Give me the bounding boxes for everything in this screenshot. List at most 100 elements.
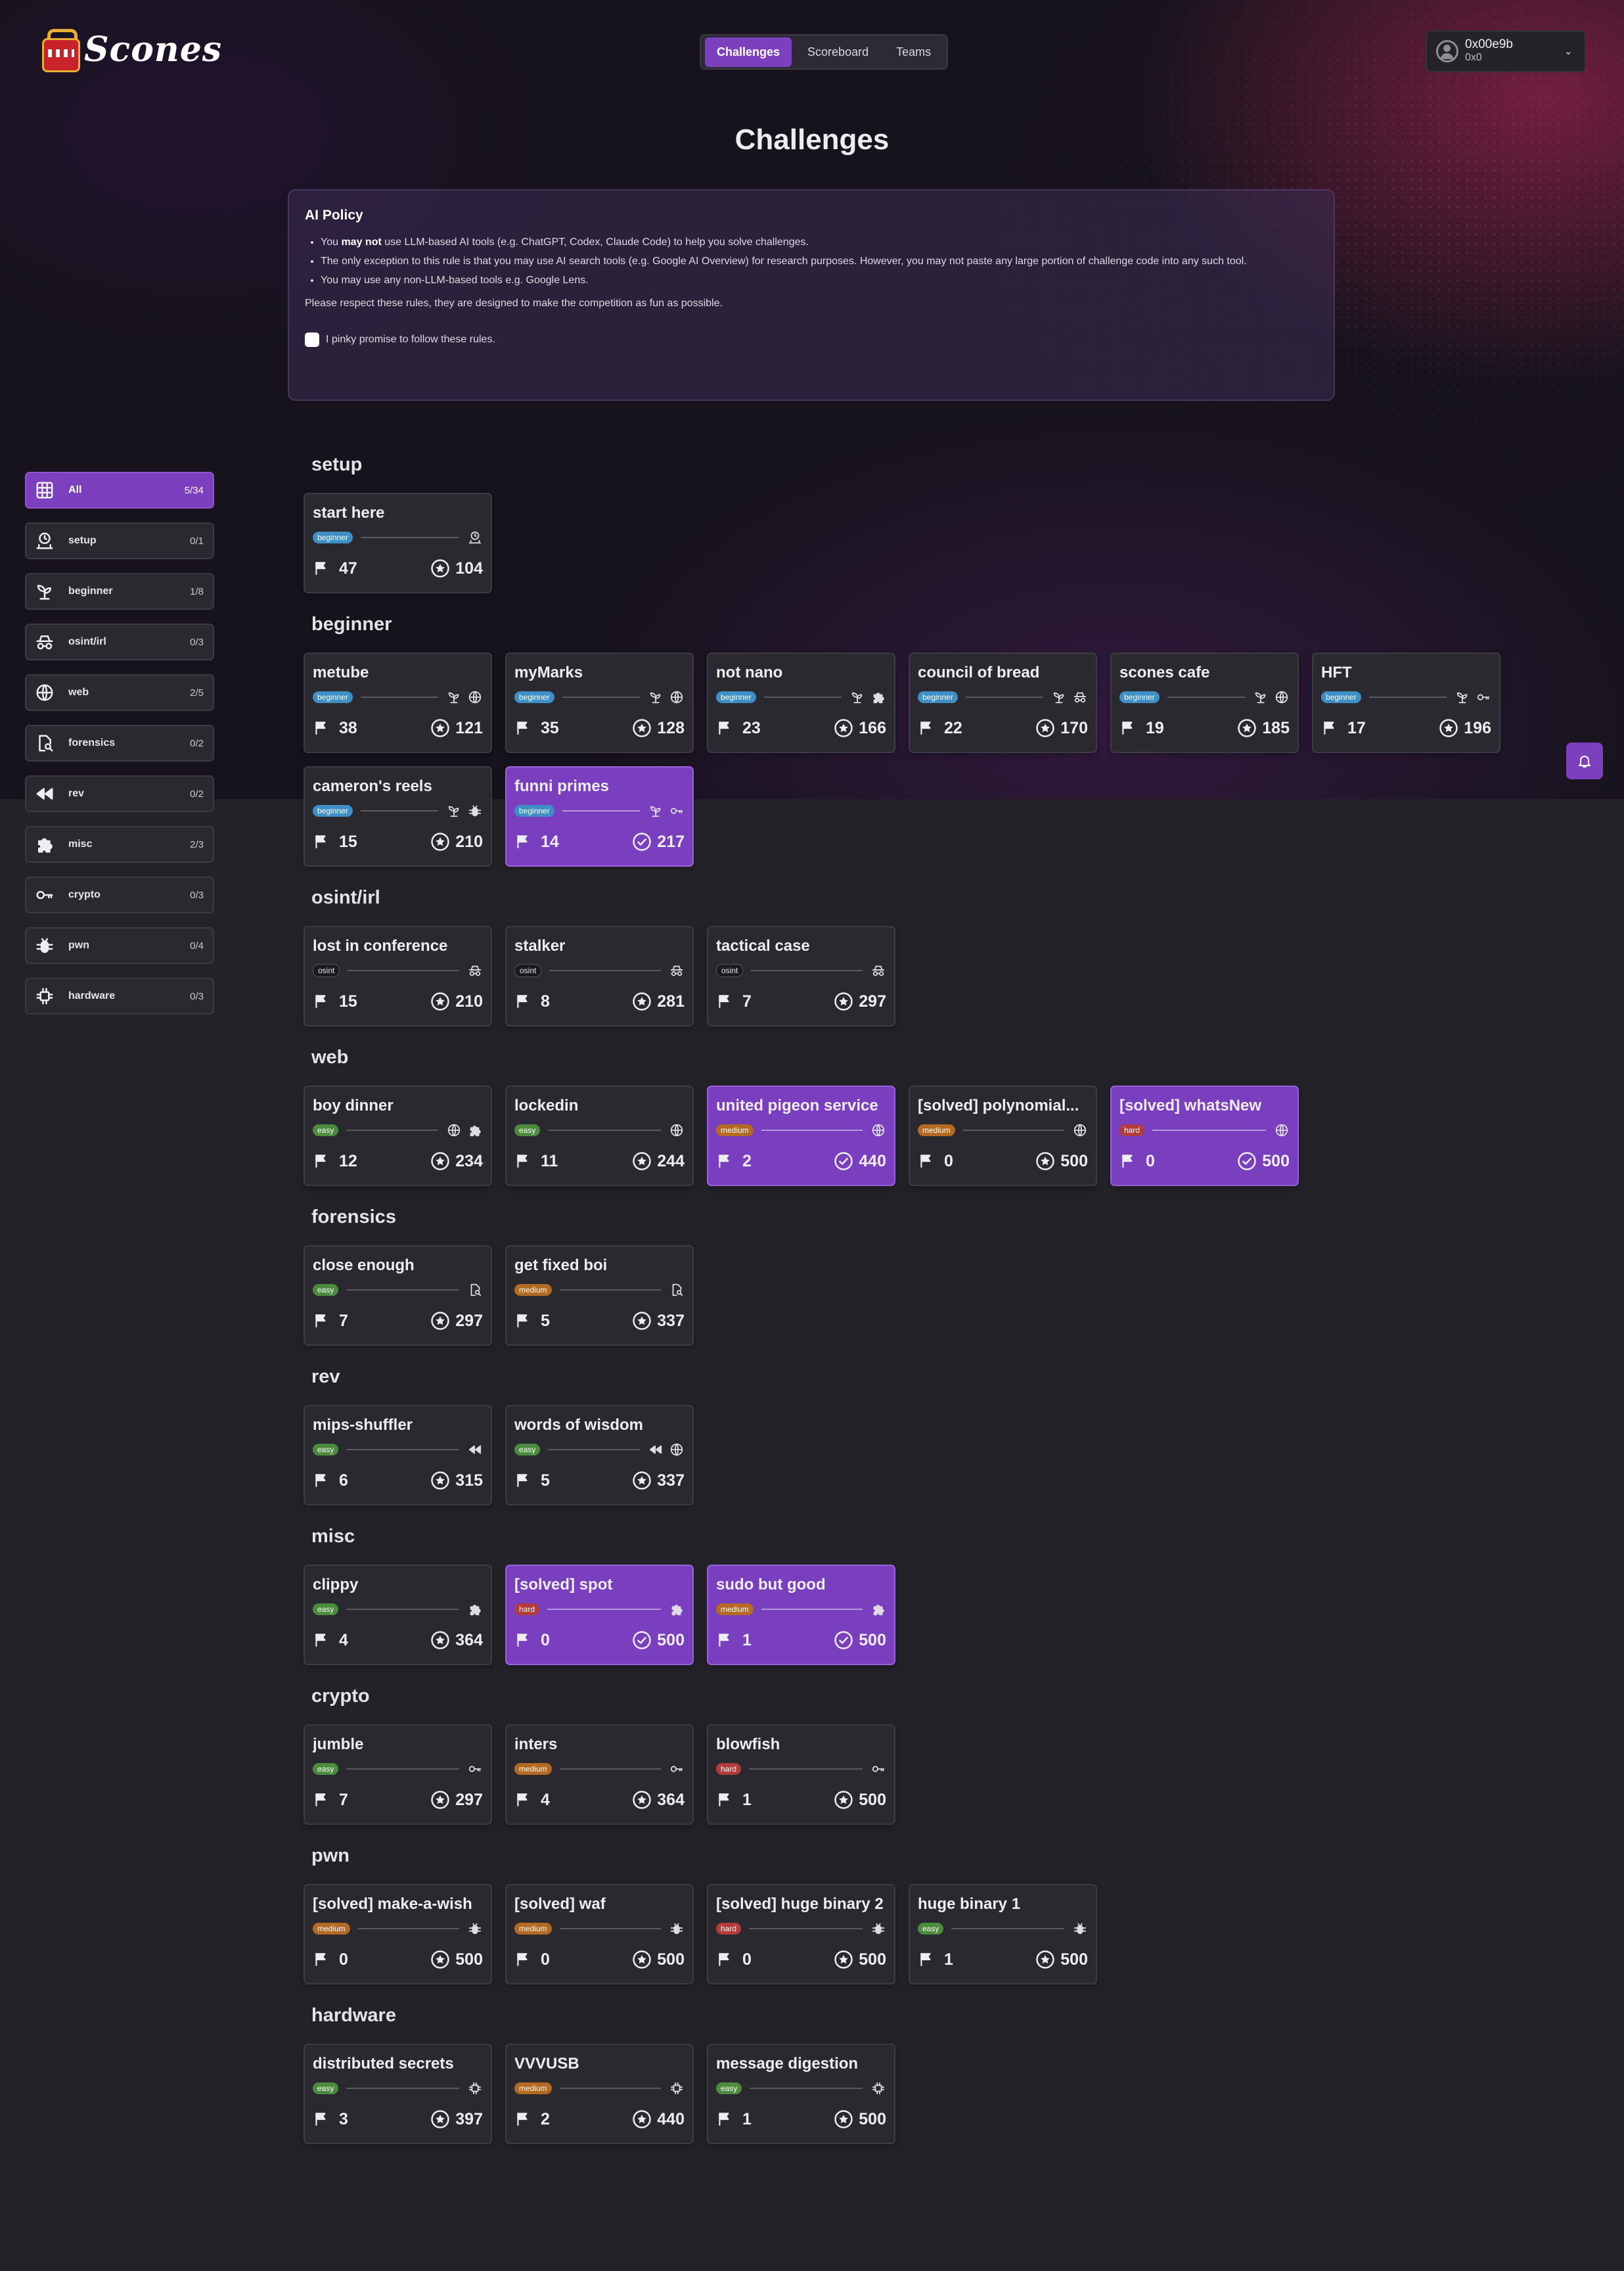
challenge-card[interactable]: inters medium 4 364 <box>505 1724 694 1825</box>
challenge-points: 196 <box>1464 718 1491 737</box>
flag-icon <box>313 1153 330 1170</box>
policy-item-text: You may use any non-LLM-based tools e.g.… <box>321 275 589 286</box>
sidebar-item-osint-irl[interactable]: osint/irl 0/3 <box>25 624 214 660</box>
challenge-card[interactable]: funni primes beginner 14 217 <box>505 766 694 867</box>
sidebar-item-beginner[interactable]: beginner 1/8 <box>25 573 214 610</box>
challenge-card[interactable]: not nano beginner 23 166 <box>707 653 895 753</box>
challenge-card[interactable]: boy dinner easy 12 234 <box>304 1086 492 1186</box>
challenge-card[interactable]: myMarks beginner 35 128 <box>505 653 694 753</box>
challenge-card[interactable]: close enough easy 7 297 <box>304 1245 492 1346</box>
challenge-grid: jumble easy 7 297 inters medium 4 364 blowfish ha… <box>304 1724 1565 1825</box>
challenge-card[interactable]: metube beginner 38 121 <box>304 653 492 753</box>
sidebar-item-rev[interactable]: rev 0/2 <box>25 775 214 812</box>
challenge-card[interactable]: [solved] polynomial... medium 0 500 <box>909 1086 1097 1186</box>
challenge-card[interactable]: start here beginner 47 104 <box>304 493 492 593</box>
challenge-card[interactable]: clippy easy 4 364 <box>304 1565 492 1665</box>
policy-title: AI Policy <box>305 208 363 223</box>
challenge-card[interactable]: get fixed boi medium 5 337 <box>505 1245 694 1346</box>
challenge-title: [solved] make-a-wish <box>313 1895 472 1913</box>
challenge-card[interactable]: council of bread beginner 22 170 <box>909 653 1097 753</box>
divider <box>749 1768 863 1770</box>
sidebar-item-forensics[interactable]: forensics 0/2 <box>25 725 214 762</box>
sidebar-item-setup[interactable]: setup 0/1 <box>25 522 214 559</box>
challenge-card[interactable]: huge binary 1 easy 1 500 <box>909 1884 1097 1984</box>
challenge-card[interactable]: united pigeon service medium 2 440 <box>707 1086 895 1186</box>
challenge-card[interactable]: lost in conference osint 15 210 <box>304 926 492 1026</box>
pinky-promise-checkbox[interactable] <box>305 333 319 347</box>
section-title: hardware <box>311 2005 396 2026</box>
challenge-points: 500 <box>1060 1151 1088 1170</box>
challenge-card[interactable]: [solved] make-a-wish medium 0 500 <box>304 1884 492 1984</box>
challenge-card[interactable]: scones cafe beginner 19 185 <box>1110 653 1299 753</box>
challenge-card[interactable]: message digestion easy 1 500 <box>707 2044 895 2144</box>
divider <box>549 970 661 971</box>
challenge-grid: boy dinner easy 12 234 lockedin easy 11 244 unit… <box>304 1086 1565 1186</box>
puzzle-icon <box>870 689 886 705</box>
challenge-title: message digestion <box>716 2055 859 2073</box>
solve-count: 0 <box>339 1950 348 1969</box>
notifications-button[interactable] <box>1566 743 1603 779</box>
category-sidebar: All 5/34 setup 0/1 beginner 1/8 osint/irl 0/3 we… <box>25 472 214 1028</box>
challenge-title: [solved] huge binary 2 <box>716 1895 884 1913</box>
puzzle-icon <box>467 1122 483 1138</box>
challenge-points: 500 <box>657 1630 685 1649</box>
pinky-promise[interactable]: I pinky promise to follow these rules. <box>305 333 495 347</box>
divider <box>559 1289 661 1291</box>
challenge-card[interactable]: cameron's reels beginner 15 210 <box>304 766 492 867</box>
challenge-points: 166 <box>859 718 886 737</box>
challenge-card[interactable]: lockedin easy 11 244 <box>505 1086 694 1186</box>
challenge-card[interactable]: VVVUSB medium 2 440 <box>505 2044 694 2144</box>
category-icons <box>849 689 886 705</box>
tab-challenges[interactable]: Challenges <box>705 37 792 67</box>
divider <box>346 2088 459 2089</box>
challenge-card[interactable]: distributed secrets easy 3 397 <box>304 2044 492 2144</box>
solve-count: 4 <box>339 1630 348 1649</box>
sprout-icon <box>849 689 865 705</box>
challenge-card[interactable]: [solved] waf medium 0 500 <box>505 1884 694 1984</box>
sidebar-item-web[interactable]: web 2/5 <box>25 674 214 711</box>
sprout-icon <box>446 803 462 819</box>
challenge-card[interactable]: HFT beginner 17 196 <box>1312 653 1500 753</box>
sidebar-item-hardware[interactable]: hardware 0/3 <box>25 978 214 1015</box>
challenge-card[interactable]: jumble easy 7 297 <box>304 1724 492 1825</box>
challenge-title: blowfish <box>716 1735 780 1753</box>
user-avatar-icon <box>1436 40 1458 62</box>
logo[interactable]: Scones <box>41 29 222 72</box>
sidebar-item-crypto[interactable]: crypto 0/3 <box>25 877 214 913</box>
sidebar-item-pwn[interactable]: pwn 0/4 <box>25 927 214 964</box>
challenge-points: 297 <box>455 1311 483 1330</box>
tab-scoreboard[interactable]: Scoreboard <box>796 37 880 67</box>
category-icons <box>1072 1921 1088 1937</box>
tab-teams[interactable]: Teams <box>884 37 943 67</box>
divider <box>559 1768 661 1770</box>
sidebar-item-label: pwn <box>68 940 89 951</box>
user-menu[interactable]: 0x00e9b 0x0 ⌄ <box>1426 30 1586 72</box>
challenge-grid: mips-shuffler easy 6 315 words of wisdom easy… <box>304 1405 1565 1505</box>
challenge-title: words of wisdom <box>514 1416 644 1434</box>
challenge-card[interactable]: stalker osint 8 281 <box>505 926 694 1026</box>
sidebar-item-count: 0/2 <box>190 788 204 800</box>
points-star-icon <box>632 1151 652 1171</box>
sidebar-item-misc[interactable]: misc 2/3 <box>25 826 214 863</box>
challenge-card[interactable]: [solved] huge binary 2 hard 0 500 <box>707 1884 895 1984</box>
difficulty-badge: easy <box>313 2082 339 2094</box>
divider <box>357 1928 459 1929</box>
solve-count: 1 <box>742 2109 752 2128</box>
category-icons <box>870 1601 886 1617</box>
challenge-card[interactable]: blowfish hard 1 500 <box>707 1724 895 1825</box>
divider <box>360 697 438 698</box>
difficulty-badge: easy <box>716 2082 742 2094</box>
category-icons <box>1274 1122 1290 1138</box>
challenge-card[interactable]: mips-shuffler easy 6 315 <box>304 1405 492 1505</box>
challenge-card[interactable]: words of wisdom easy 5 337 <box>505 1405 694 1505</box>
sidebar-item-All[interactable]: All 5/34 <box>25 472 214 509</box>
challenge-card[interactable]: [solved] spot hard 0 500 <box>505 1565 694 1665</box>
challenge-card[interactable]: tactical case osint 7 297 <box>707 926 895 1026</box>
sidebar-item-label: beginner <box>68 585 113 597</box>
points-star-icon <box>430 559 450 578</box>
challenge-points: 337 <box>657 1471 685 1490</box>
challenge-card[interactable]: sudo but good medium 1 500 <box>707 1565 895 1665</box>
challenge-title: cameron's reels <box>313 777 432 795</box>
flag-icon <box>716 1951 733 1968</box>
challenge-card[interactable]: [solved] whatsNew hard 0 500 <box>1110 1086 1299 1186</box>
